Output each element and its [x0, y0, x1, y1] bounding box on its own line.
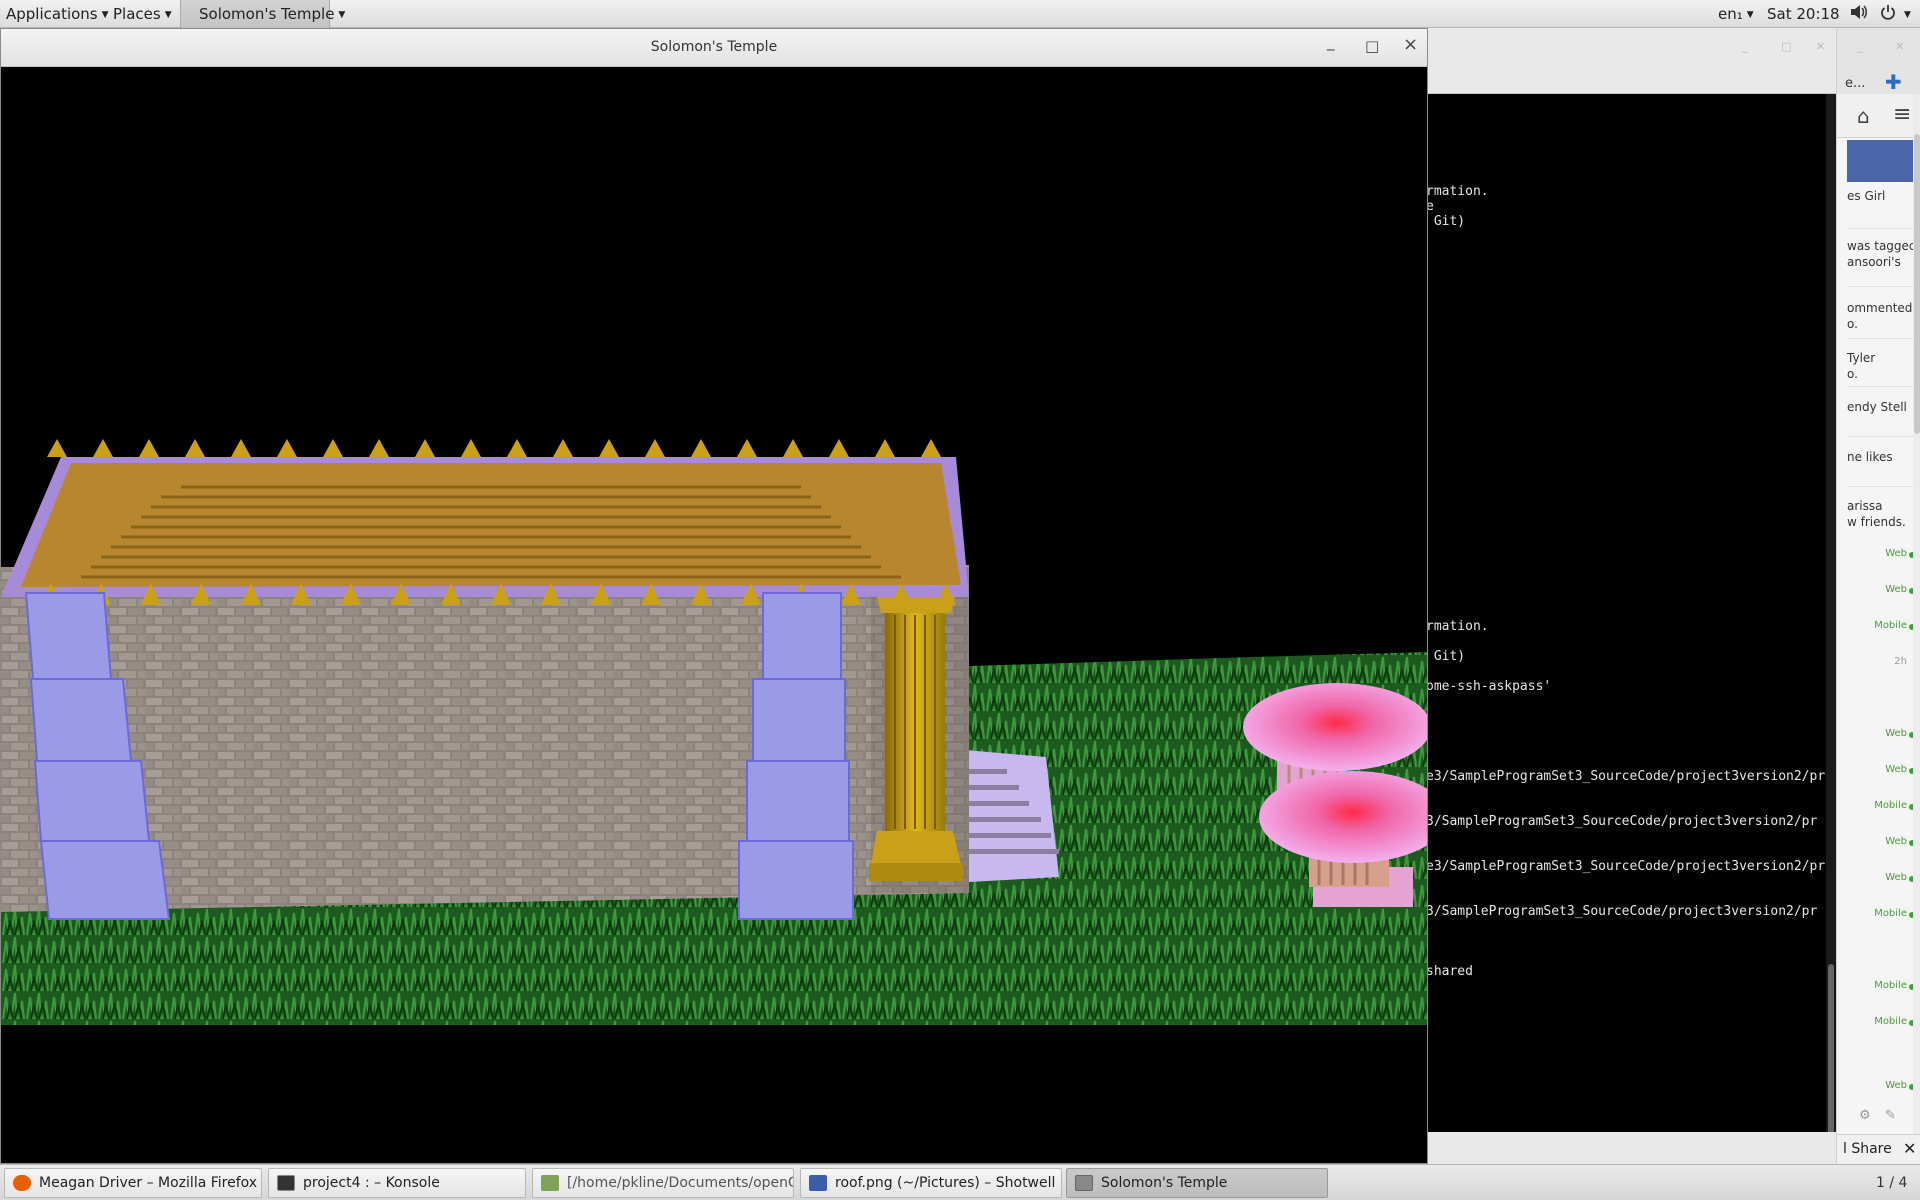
temple-roof: [1, 439, 969, 605]
minimize-icon[interactable]: _: [1857, 40, 1863, 53]
chat-status[interactable]: Web: [1847, 764, 1907, 775]
terminal-titlebar: _ □ ✕: [1426, 28, 1836, 94]
firefox-tabbar: _ ✕ e... ✚: [1837, 28, 1920, 94]
notification-item[interactable]: endy Stell: [1847, 399, 1907, 415]
gear-icon[interactable]: ⚙: [1859, 1108, 1871, 1123]
taskbar-item-shotwell[interactable]: roof.png (~/Pictures) – Shotwell: [800, 1168, 1062, 1198]
konsole-icon: [277, 1175, 295, 1191]
chevron-down-icon: ▼: [1746, 10, 1754, 20]
terminal-window[interactable]: _ □ ✕ rmation. e Git) rmation. Git) ome-…: [1426, 28, 1836, 1164]
chat-status[interactable]: Web: [1847, 584, 1907, 595]
applications-menu[interactable]: Applications ▼: [6, 5, 109, 23]
taskbar-item-firefox[interactable]: Meagan Driver – Mozilla Firefox: [4, 1168, 262, 1198]
terminal-line: 3/SampleProgramSet3_SourceCode/project3v…: [1426, 904, 1818, 919]
terminal-scrollbar[interactable]: [1826, 94, 1836, 1134]
minimize-button[interactable]: _: [1327, 33, 1335, 51]
divider: [1847, 338, 1917, 339]
terminal-line: shared: [1426, 964, 1473, 979]
chat-status[interactable]: Mobile: [1847, 908, 1907, 919]
top-panel: Applications ▼ Places ▼ Solomon's Temple ▼ …: [0, 0, 1920, 28]
scrollbar-thumb[interactable]: [1914, 134, 1920, 434]
taskbar-item-konsole[interactable]: project4 : – Konsole: [268, 1168, 526, 1198]
minimize-icon[interactable]: _: [1742, 40, 1748, 53]
close-icon[interactable]: ✕: [1895, 40, 1904, 53]
terminal-line: rmation.: [1426, 619, 1489, 634]
app-menu-label: Solomon's Temple ▼: [199, 5, 346, 23]
volume-icon[interactable]: [1850, 4, 1868, 24]
taskbar-item-gedit[interactable]: [/home/pkline/Documents/openGL...: [532, 1168, 794, 1198]
power-icon[interactable]: [1880, 4, 1896, 24]
terminal-line: e3/SampleProgramSet3_SourceCode/project3…: [1426, 859, 1826, 874]
terminal-output: rmation. e Git) rmation. Git) ome-ssh-as…: [1426, 94, 1836, 1134]
share-bar: l Share ✕: [1837, 1134, 1920, 1164]
window-icon: [1075, 1175, 1093, 1191]
chat-status[interactable]: Mobile: [1847, 620, 1907, 631]
desktop: Applications ▼ Places ▼ Solomon's Temple ▼ …: [0, 0, 1920, 1200]
home-icon[interactable]: ⌂: [1857, 104, 1870, 128]
compose-icon[interactable]: ✎: [1885, 1108, 1896, 1123]
gedit-icon: [541, 1175, 559, 1191]
maximize-button[interactable]: □: [1365, 37, 1379, 55]
notification-item[interactable]: es Girl: [1847, 188, 1885, 204]
chat-status[interactable]: Web: [1847, 872, 1907, 883]
notification-item[interactable]: ne likes: [1847, 449, 1893, 465]
chevron-down-icon: ▼: [101, 10, 109, 20]
terminal-line: Git): [1426, 649, 1466, 664]
clock[interactable]: Sat 20:18: [1767, 5, 1840, 23]
workspace-indicator[interactable]: 1 / 4: [1876, 1175, 1907, 1191]
close-icon[interactable]: ✕: [1903, 1139, 1916, 1158]
app-menu-button[interactable]: Solomon's Temple ▼: [180, 0, 345, 28]
chat-status[interactable]: Web: [1847, 836, 1907, 847]
notification-item[interactable]: was tagged ansoori's: [1847, 238, 1917, 270]
notification-item[interactable]: arissa w friends.: [1847, 498, 1906, 530]
shotwell-icon: [809, 1175, 827, 1191]
maximize-icon[interactable]: □: [1781, 40, 1791, 53]
terminal-line: ome-ssh-askpass': [1426, 679, 1552, 694]
places-menu[interactable]: Places ▼: [113, 5, 172, 23]
firefox-toolbar: ⌂ ≡: [1837, 94, 1920, 138]
share-button[interactable]: l Share: [1843, 1141, 1892, 1157]
chat-status[interactable]: Mobile: [1847, 980, 1907, 991]
firefox-icon: [13, 1175, 31, 1191]
divider: [1847, 286, 1917, 287]
scrollbar-thumb[interactable]: [1828, 964, 1834, 1134]
divider: [1847, 228, 1917, 229]
chat-status[interactable]: Web: [1847, 548, 1907, 559]
terminal-line: Git): [1426, 214, 1466, 229]
new-tab-icon[interactable]: ✚: [1885, 70, 1902, 94]
temple-scene: [1, 439, 1427, 1025]
terminal-bottom-bar: [1426, 1132, 1836, 1164]
opengl-window[interactable]: Solomon's Temple _ □ ×: [0, 28, 1428, 1164]
opengl-canvas[interactable]: [1, 67, 1427, 1163]
taskbar-item-solomons-temple[interactable]: Solomon's Temple: [1066, 1168, 1328, 1198]
browser-tab[interactable]: e...: [1845, 76, 1865, 91]
chevron-down-icon: ▼: [338, 10, 346, 20]
chat-status[interactable]: Web: [1847, 728, 1907, 739]
divider: [1847, 386, 1917, 387]
chevron-down-icon[interactable]: ▼: [1904, 10, 1911, 20]
divider: [1847, 486, 1917, 487]
notification-item[interactable]: ommented o.: [1847, 300, 1912, 332]
sidebar-scrollbar[interactable]: [1913, 94, 1920, 1164]
window-titlebar[interactable]: Solomon's Temple _ □ ×: [1, 29, 1427, 67]
bottom-taskbar: Meagan Driver – Mozilla Firefox project4…: [0, 1164, 1920, 1200]
hamburger-menu-icon[interactable]: ≡: [1893, 102, 1911, 127]
terminal-line: 3/SampleProgramSet3_SourceCode/project3v…: [1426, 814, 1818, 829]
chat-status[interactable]: Mobile: [1847, 800, 1907, 811]
chat-status[interactable]: Mobile: [1847, 1016, 1907, 1027]
divider: [1847, 436, 1917, 437]
input-method-indicator[interactable]: en₁ ▼: [1718, 5, 1754, 23]
chevron-down-icon: ▼: [164, 10, 172, 20]
terminal-line: rmation.: [1426, 184, 1489, 199]
terminal-line: e3/SampleProgramSet3_SourceCode/project3…: [1426, 769, 1826, 784]
close-button[interactable]: ×: [1403, 34, 1418, 55]
chat-status[interactable]: Web: [1847, 1080, 1907, 1091]
facebook-header-bar: [1847, 140, 1917, 182]
close-icon[interactable]: ✕: [1816, 40, 1825, 53]
window-title: Solomon's Temple: [650, 39, 778, 55]
chat-status[interactable]: 2h: [1847, 656, 1907, 667]
firefox-window-edge[interactable]: _ ✕ e... ✚ ⌂ ≡ es Girl was tagged ansoor…: [1836, 28, 1920, 1164]
notification-item[interactable]: Tyler o.: [1847, 350, 1875, 382]
